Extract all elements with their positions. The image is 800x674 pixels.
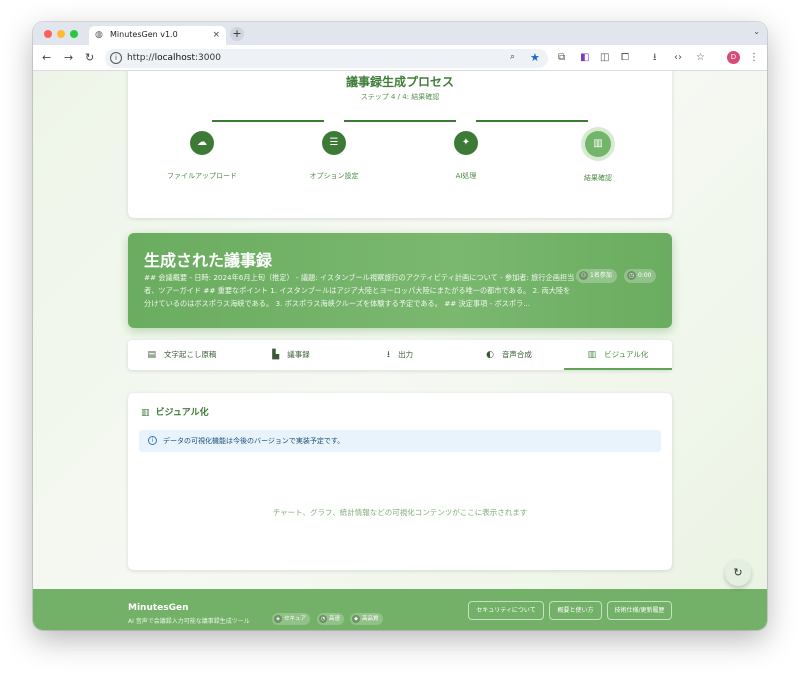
badge-secure: ◈ セキュア [272, 613, 310, 625]
document-icon: ▙ [272, 350, 280, 360]
result-tabs: ▤ 文字起こし原稿 ▙ 議事録 ⭳ 出力 ◐ 音声合成 ▥ ビジュアル化 [128, 340, 672, 370]
process-step-text: ステップ 4 / 4: 結果確認 [360, 93, 440, 101]
people-icon: ⚇ [579, 271, 588, 280]
step-options: ☰ オプション設定 [274, 131, 394, 181]
step-label: 結果確認 [584, 174, 612, 182]
tab-speech-synthesis[interactable]: ◐ 音声合成 [455, 340, 563, 370]
back-icon[interactable]: ← [42, 51, 51, 65]
step-file-upload: ☁ ファイルアップロード [142, 131, 262, 181]
quality-icon: ◆ [352, 614, 360, 623]
download-icon[interactable]: ⭳ [653, 52, 657, 64]
site-info-icon[interactable]: i [110, 52, 122, 64]
tab-transcript[interactable]: ▤ 文字起こし原稿 [128, 340, 236, 370]
forward-icon[interactable]: → [64, 51, 73, 65]
globe-icon: ◍ [95, 30, 103, 40]
article-icon: ▤ [147, 350, 156, 360]
footer: MinutesGen AI 音声で会議録入力可能な議事録生成ツール ◈ セキュア … [33, 589, 767, 630]
browser-tab[interactable]: ◍ MinutesGen v1.0 × [89, 26, 226, 45]
step-connector [212, 120, 324, 122]
browser-window: ◍ MinutesGen v1.0 × + ⌄ ← → ↻ i http://l… [33, 22, 767, 630]
page-content: 議事録生成プロセス ステップ 4 / 4: 結果確認 ☁ ファイルアップロード … [33, 71, 767, 630]
voice-icon: ◐ [486, 350, 494, 360]
browser-menu-icon[interactable]: ⋮ [749, 52, 759, 64]
visualization-panel: ▥ ビジュアル化 i データの可視化機能は今後のバージョンで実装予定です。 チャー… [128, 393, 672, 570]
cloud-upload-icon: ☁ [190, 131, 214, 155]
reload-icon[interactable]: ↻ [85, 51, 94, 65]
badge-fast: ◔ 高速 [317, 613, 345, 625]
step-label: ファイルアップロード [167, 172, 237, 180]
url-text: http://localhost:3000 [127, 53, 221, 63]
step-connector [476, 120, 588, 122]
clock-icon: ◷ [627, 271, 636, 280]
tab-strip: ◍ MinutesGen v1.0 × + ⌄ [33, 22, 767, 45]
profile-avatar[interactable]: D [727, 51, 740, 64]
tab-visualization[interactable]: ▥ ビジュアル化 [564, 340, 672, 370]
maximize-window-button[interactable] [70, 30, 78, 38]
new-tab-button[interactable]: + [230, 27, 244, 41]
step-label: オプション設定 [309, 172, 359, 180]
info-alert-text: データの可視化機能は今後のバージョンで実装予定です。 [163, 437, 345, 445]
visualization-title: ▥ ビジュアル化 [141, 408, 209, 418]
minimize-window-button[interactable] [57, 30, 65, 38]
tech-spec-link[interactable]: 技術仕様/更新履歴 [607, 601, 672, 620]
security-link[interactable]: セキュリティについて [468, 601, 544, 620]
process-card: 議事録生成プロセス ステップ 4 / 4: 結果確認 ☁ ファイルアップロード … [128, 71, 672, 218]
footer-brand: MinutesGen [128, 603, 189, 613]
cast-icon[interactable]: ⧉ [558, 52, 565, 64]
browser-tab-title: MinutesGen v1.0 [110, 30, 178, 39]
badge-quality: ◆ 高品質 [350, 613, 383, 625]
step-result: ▥ 結果確認 [538, 131, 658, 183]
zoom-icon[interactable]: ⌕ [510, 52, 515, 62]
overview-link[interactable]: 概要と使い方 [549, 601, 602, 620]
sparkle-icon: ✦ [454, 131, 478, 155]
refresh-fab[interactable]: ↻ [725, 560, 751, 586]
info-icon: i [148, 436, 157, 445]
bookmark-star-icon[interactable]: ★ [530, 51, 540, 64]
onenote-extension-icon[interactable]: ◧ [580, 52, 589, 64]
participants-chip: ⚇ 1名参加 [576, 269, 617, 283]
bar-chart-icon: ▥ [141, 408, 150, 418]
duration-chip: ◷ 0:00 [624, 269, 657, 283]
visualization-placeholder: チャート、グラフ、統計情報などの可視化コンテンツがここに表示されます [272, 508, 528, 517]
devtools-icon[interactable]: ‹› [674, 52, 682, 64]
close-window-button[interactable] [44, 30, 52, 38]
close-tab-icon[interactable]: × [212, 29, 220, 41]
result-summary: ## 会議概要 - 日時: 2024年6月上旬（推定） - 議題: イスタンブー… [144, 273, 575, 308]
extensions-icon[interactable]: ⧠ [621, 52, 629, 64]
tab-search-icon[interactable]: ⌄ [753, 27, 760, 36]
step-ai-processing: ✦ AI処理 [406, 131, 526, 181]
result-banner: 生成された議事録 ## 会議概要 - 日時: 2024年6月上旬（推定） - 議… [128, 233, 672, 328]
tab-minutes[interactable]: ▙ 議事録 [237, 340, 345, 370]
tab-output[interactable]: ⭳ 出力 [346, 340, 454, 370]
footer-tagline: AI 音声で会議録入力可能な議事録生成ツール [128, 618, 250, 625]
step-connector [344, 120, 456, 122]
camera-icon[interactable]: ◫ [600, 52, 609, 64]
process-title: 議事録生成プロセス [345, 75, 454, 89]
speed-icon: ◔ [319, 614, 327, 623]
bar-chart-icon: ▥ [587, 350, 597, 360]
shield-icon: ◈ [274, 614, 282, 623]
tune-icon: ☰ [322, 131, 346, 155]
download-icon: ⭳ [386, 350, 391, 360]
result-title: 生成された議事録 [144, 251, 273, 270]
info-alert: i データの可視化機能は今後のバージョンで実装予定です。 [139, 430, 661, 452]
browser-toolbar: ← → ↻ i http://localhost:3000 ⌕ ★ ⧉ ◧ ◫ … [33, 45, 767, 71]
step-label: AI処理 [455, 172, 477, 180]
address-bar[interactable]: i http://localhost:3000 ⌕ ★ [105, 49, 548, 68]
chart-icon: ▥ [585, 131, 611, 157]
reading-list-icon[interactable]: ☆ [696, 52, 705, 64]
